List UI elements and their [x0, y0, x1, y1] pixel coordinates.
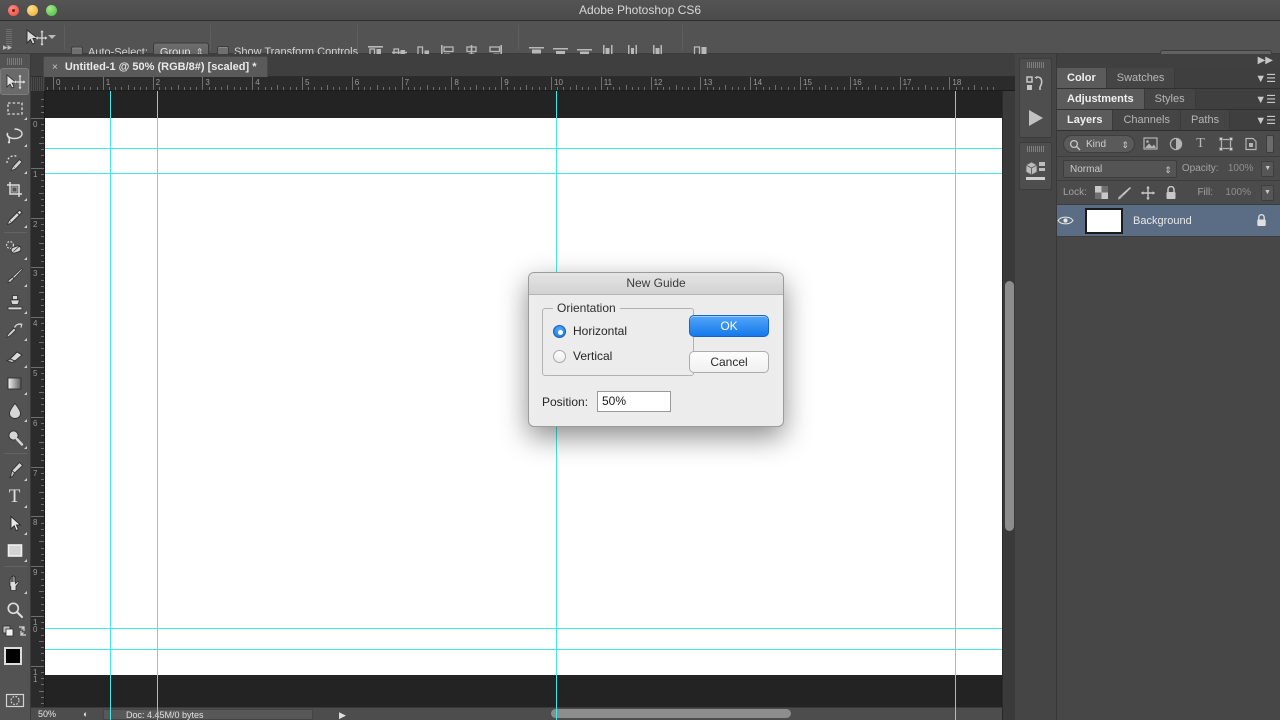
orientation-legend: Orientation [553, 301, 620, 315]
dialog-title: New Guide [529, 273, 783, 295]
orientation-fieldset: Orientation Horizontal Vertical [542, 301, 694, 376]
radio-horizontal-label: Horizontal [573, 324, 628, 338]
position-label: Position: [542, 395, 589, 409]
position-input[interactable]: 50% [597, 391, 671, 412]
radio-vertical-label: Vertical [573, 349, 613, 363]
modal-overlay: New Guide Orientation Horizontal Vertica… [0, 0, 1280, 720]
new-guide-dialog: New Guide Orientation Horizontal Vertica… [528, 272, 784, 427]
radio-horizontal[interactable] [553, 324, 566, 338]
orientation-vertical-option[interactable]: Vertical [553, 349, 612, 363]
radio-vertical[interactable] [553, 349, 566, 363]
ok-button[interactable]: OK [689, 315, 769, 337]
orientation-horizontal-option[interactable]: Horizontal [553, 324, 627, 338]
cancel-button[interactable]: Cancel [689, 351, 769, 373]
photoshop-window: Adobe Photoshop CS6 Auto-Select: Group S… [0, 0, 1280, 720]
